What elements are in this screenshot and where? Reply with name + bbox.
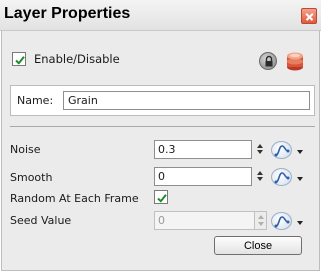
smooth-label: Smooth	[10, 171, 53, 184]
seed-input: 0	[154, 211, 264, 230]
stepper-up-icon	[258, 215, 264, 219]
seed-label: Seed Value	[10, 214, 72, 227]
name-section: Name: Grain	[10, 85, 315, 116]
layer-properties-panel: Enable/Disable Name: Grain Noise 0.3 Smo…	[1, 31, 320, 271]
enable-label: Enable/Disable	[34, 52, 120, 66]
random-label: Random At Each Frame	[10, 192, 139, 205]
database-icon[interactable]	[285, 50, 305, 72]
close-button[interactable]: Close	[214, 236, 302, 255]
noise-input[interactable]: 0.3	[154, 140, 252, 159]
seed-stepper	[254, 211, 267, 230]
noise-function-curve-icon[interactable]	[271, 141, 292, 159]
checkmark-icon	[15, 56, 25, 65]
smooth-dropdown-arrow-icon[interactable]	[297, 177, 303, 181]
stepper-up-icon[interactable]	[257, 171, 263, 175]
noise-label: Noise	[10, 143, 41, 156]
smooth-function-curve-icon[interactable]	[271, 168, 292, 186]
stepper-up-icon[interactable]	[257, 144, 263, 148]
name-input[interactable]: Grain	[63, 91, 310, 110]
lock-icon[interactable]	[259, 52, 277, 70]
name-label: Name:	[17, 94, 54, 107]
seed-function-curve-icon[interactable]	[271, 212, 292, 230]
stepper-down-icon	[258, 222, 264, 226]
close-x-icon[interactable]	[301, 8, 317, 24]
title-bar: Layer Properties	[0, 0, 321, 31]
noise-stepper[interactable]	[257, 144, 264, 155]
stepper-down-icon[interactable]	[257, 150, 263, 154]
checkmark-icon	[157, 194, 167, 203]
noise-dropdown-arrow-icon[interactable]	[297, 150, 303, 154]
stepper-down-icon[interactable]	[257, 177, 263, 181]
divider	[10, 126, 315, 127]
enable-checkbox[interactable]	[12, 52, 26, 66]
random-checkbox[interactable]	[154, 190, 168, 204]
smooth-input[interactable]: 0	[154, 167, 252, 186]
smooth-stepper[interactable]	[257, 171, 264, 182]
seed-dropdown-arrow-icon[interactable]	[297, 221, 303, 225]
window-title: Layer Properties	[4, 5, 131, 22]
